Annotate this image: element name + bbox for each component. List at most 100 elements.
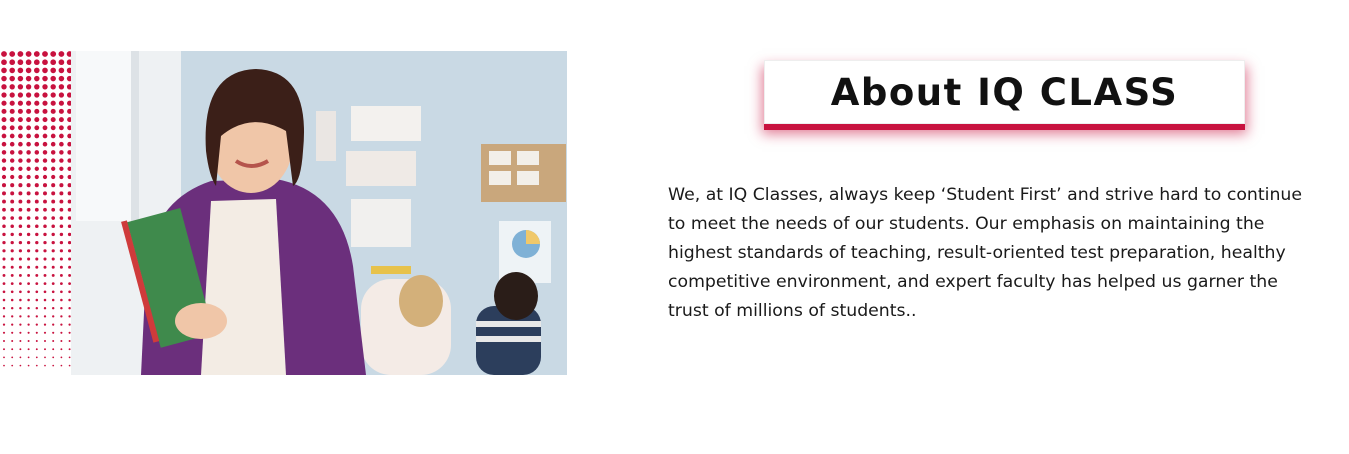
decoration-dot: [34, 67, 40, 74]
decoration-dot: [19, 323, 22, 326]
decoration-dot: [60, 323, 63, 326]
decoration-dot: [50, 84, 56, 90]
decoration-dot: [3, 356, 5, 359]
decoration-dot: [52, 356, 55, 359]
decoration-dot: [2, 282, 6, 285]
decoration-dot: [43, 191, 47, 196]
decoration-dot: [50, 133, 56, 139]
decoration-dot: [17, 108, 23, 114]
decoration-dot: [27, 356, 30, 359]
decoration-dot: [2, 224, 6, 228]
decoration-dot: [26, 191, 31, 196]
decoration-dot: [43, 315, 47, 318]
decoration-dot: [60, 331, 63, 334]
decoration-dot: [59, 265, 63, 269]
decoration-dot: [27, 249, 31, 253]
decoration-dot: [34, 150, 40, 155]
decoration-dot: [35, 265, 39, 269]
decoration-dot: [58, 51, 65, 57]
decoration-dot: [59, 141, 64, 147]
decoration-dot: [35, 315, 38, 318]
decoration-dot: [1, 84, 7, 90]
decoration-dot: [26, 133, 31, 139]
decoration-dot: [9, 84, 15, 90]
decoration-dot: [35, 273, 39, 277]
decoration-dot: [51, 158, 56, 163]
decoration-dot: [18, 183, 23, 188]
decoration-dot: [59, 183, 64, 188]
decoration-dot: [2, 191, 6, 196]
decoration-dot: [51, 199, 56, 204]
decoration-dot: [52, 323, 55, 326]
about-paragraph: We, at IQ Classes, always keep ‘Student …: [668, 185, 1302, 321]
decoration-dot: [1, 108, 7, 114]
decoration-dot: [50, 125, 56, 131]
decoration-dot: [34, 75, 40, 82]
decoration-dot: [34, 117, 40, 123]
decoration-dot: [35, 323, 38, 326]
decoration-dot: [18, 141, 23, 147]
decoration-dot: [2, 273, 6, 277]
decoration-dot: [17, 92, 24, 98]
decoration-dot: [18, 158, 23, 163]
decoration-dot: [19, 364, 22, 367]
decoration-dot: [10, 298, 14, 302]
decoration-dot: [19, 331, 22, 334]
decoration-dot: [26, 183, 31, 188]
decoration-dot: [27, 348, 30, 351]
decoration-dot: [60, 282, 63, 285]
decoration-dot: [42, 92, 48, 98]
decoration-dot: [59, 224, 64, 228]
decoration-dot: [1, 100, 7, 106]
decoration-dot: [34, 125, 40, 131]
decoration-dot: [10, 166, 15, 171]
decoration-dot: [60, 315, 63, 318]
decoration-dot: [2, 232, 6, 237]
decoration-dot: [52, 315, 55, 318]
decoration-dot: [2, 257, 6, 261]
decoration-dot: [42, 133, 48, 139]
decoration-dot: [43, 240, 47, 245]
decoration-dot: [34, 183, 39, 188]
decoration-dot: [50, 117, 56, 123]
decoration-dot: [18, 257, 22, 261]
decoration-dot: [34, 166, 39, 171]
decoration-dot: [19, 306, 22, 310]
decoration-dot: [51, 290, 55, 294]
decoration-dot: [43, 265, 47, 269]
decoration-dot: [59, 158, 64, 163]
decoration-dot: [18, 191, 23, 196]
decoration-dot: [9, 67, 15, 74]
decoration-dot: [58, 117, 64, 123]
decoration-dot: [58, 108, 64, 114]
decoration-dot: [51, 232, 55, 237]
decoration-dot: [35, 356, 38, 359]
decoration-dot: [2, 199, 6, 204]
decoration-dot: [1, 117, 7, 123]
decoration-dot: [26, 150, 31, 155]
decoration-dot: [59, 249, 63, 253]
decoration-dot: [9, 108, 15, 114]
decoration-dot: [34, 216, 39, 220]
decoration-dot: [43, 331, 47, 334]
decoration-dot: [10, 191, 15, 196]
decoration-dot: [17, 67, 24, 74]
decoration-dot: [1, 166, 7, 171]
decoration-dot: [58, 67, 65, 74]
decoration-dot: [1, 174, 7, 180]
decoration-dot: [59, 166, 64, 171]
decoration-dot: [17, 59, 24, 66]
decoration-dot: [18, 150, 23, 155]
decoration-dot: [3, 348, 5, 351]
decoration-dot: [10, 306, 14, 310]
decoration-dot: [51, 265, 55, 269]
decoration-dot: [26, 166, 31, 171]
decoration-dot: [44, 356, 46, 359]
decoration-dot: [60, 356, 63, 359]
decoration-dot: [10, 240, 14, 245]
decoration-dot: [18, 273, 22, 277]
decoration-dot: [51, 306, 55, 310]
decoration-dot: [27, 282, 30, 285]
decoration-dot: [60, 348, 63, 351]
decoration-dot: [59, 273, 63, 277]
